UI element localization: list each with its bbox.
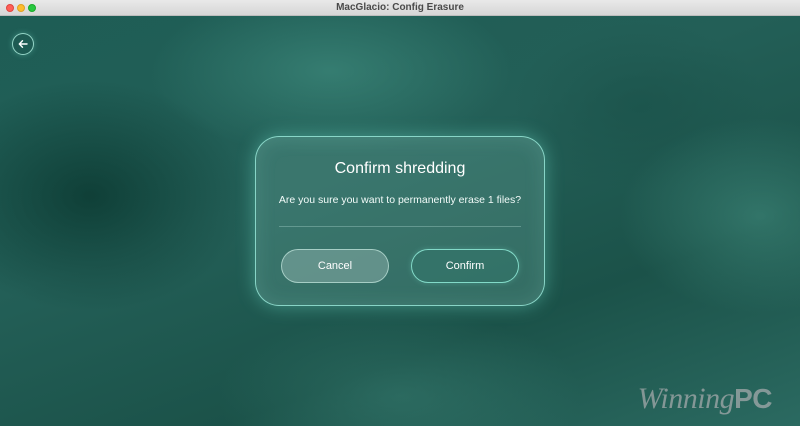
watermark-text-bold: PC xyxy=(734,383,772,414)
watermark-text: Winning xyxy=(637,382,735,415)
app-window: MacGlacio: Config Erasure Confirm shredd… xyxy=(0,0,800,426)
arrow-left-icon xyxy=(18,40,28,48)
confirm-button[interactable]: Confirm xyxy=(411,249,519,283)
watermark: WinningPC xyxy=(637,382,773,416)
dialog-message: Are you sure you want to permanently era… xyxy=(278,194,522,206)
cancel-button[interactable]: Cancel xyxy=(281,249,389,283)
back-button[interactable] xyxy=(12,33,34,55)
dialog-divider xyxy=(279,226,521,227)
dialog-title: Confirm shredding xyxy=(334,160,466,177)
main-content: Confirm shredding Are you sure you want … xyxy=(0,16,800,426)
window-title: MacGlacio: Config Erasure xyxy=(336,2,464,13)
title-bar: MacGlacio: Config Erasure xyxy=(0,0,800,16)
confirm-shredding-dialog: Confirm shredding Are you sure you want … xyxy=(255,136,545,306)
